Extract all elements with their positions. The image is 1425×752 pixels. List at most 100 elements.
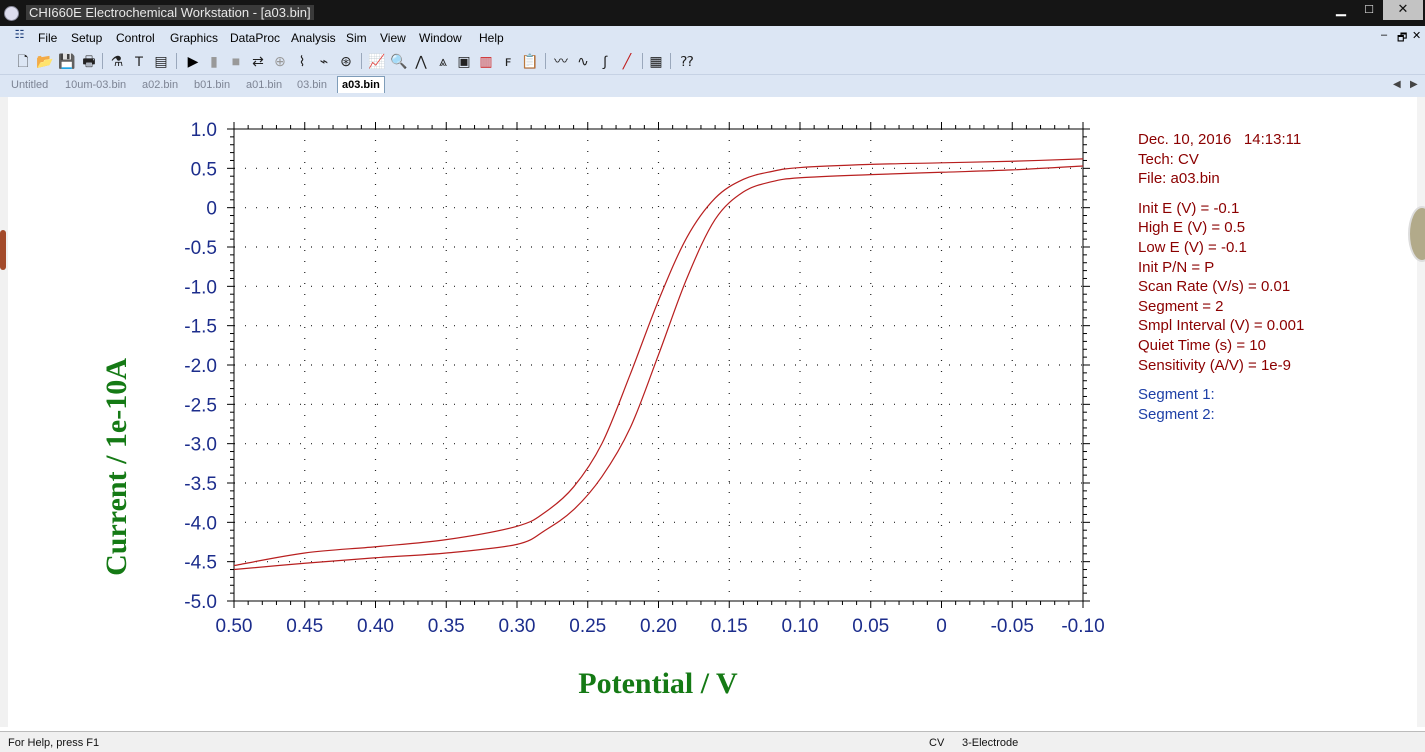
technique-icon[interactable]: ⚗ xyxy=(108,52,126,70)
pause-icon[interactable]: ▮ xyxy=(205,52,223,70)
manual-results-icon[interactable]: ╱ xyxy=(618,52,636,70)
info-low-e: Low E (V) = -0.1 xyxy=(1138,238,1247,256)
copy-icon[interactable]: 📋 xyxy=(521,52,539,70)
menu-window[interactable]: Window xyxy=(419,31,462,45)
info-quiet-time: Quiet Time (s) = 10 xyxy=(1138,336,1266,354)
menu-analysis[interactable]: Analysis xyxy=(291,31,336,45)
tab-10um-03-bin[interactable]: 10um-03.bin xyxy=(65,79,126,91)
x-tick-label: 0.25 xyxy=(569,616,606,637)
y-tick-label: 0 xyxy=(206,199,217,220)
y-axis-label: Current / 1e-10A xyxy=(100,358,133,576)
rotator-icon[interactable]: ⊛ xyxy=(337,52,355,70)
mdi-close-button[interactable]: ✕ xyxy=(1412,29,1421,42)
status-technique: CV xyxy=(929,737,945,749)
peak-icon[interactable]: ⋀ xyxy=(412,52,430,70)
menu-graphics[interactable]: Graphics xyxy=(170,31,218,45)
experiment-info-panel: Dec. 10, 2016 14:13:11 Tech: CV File: a0… xyxy=(1138,130,1304,424)
chart-grid xyxy=(234,129,1083,601)
reverse-scan-icon[interactable]: ⇄ xyxy=(249,52,267,70)
info-tech: Tech: CV xyxy=(1138,150,1199,168)
y-tick-label: -3.0 xyxy=(184,435,217,456)
save-icon[interactable]: 💾 xyxy=(58,52,76,70)
tab-a03-bin[interactable]: a03.bin xyxy=(337,76,385,93)
tab-a02-bin[interactable]: a02.bin xyxy=(142,79,178,91)
zoom-icon[interactable]: 🔍 xyxy=(390,52,408,70)
plot-frame xyxy=(233,128,1084,602)
maximize-button[interactable]: □ xyxy=(1355,0,1383,20)
mdi-minimize-button[interactable]: – xyxy=(1381,29,1387,41)
tab-a01-bin[interactable]: a01.bin xyxy=(246,79,282,91)
help-pointer-icon[interactable]: ⁇ xyxy=(678,52,696,70)
parameters-icon[interactable]: T xyxy=(130,52,148,70)
add-data-icon[interactable]: ▣ xyxy=(455,52,473,70)
y-tick-label: -4.0 xyxy=(184,513,217,534)
toolbar-separator xyxy=(102,53,103,69)
ir-comp-icon[interactable]: ⊕ xyxy=(271,52,289,70)
app-icon[interactable] xyxy=(4,6,19,21)
status-electrode: 3-Electrode xyxy=(962,737,1019,749)
stop-icon[interactable]: ■ xyxy=(227,52,245,70)
close-button[interactable]: ✕ xyxy=(1383,0,1423,20)
run-icon[interactable]: ▶ xyxy=(184,52,202,70)
print-icon[interactable]: 🖶 xyxy=(80,52,98,70)
menu-dataproc[interactable]: DataProc xyxy=(230,31,280,45)
minimize-button[interactable]: ▁ xyxy=(1327,0,1355,20)
x-tick-label: 0.10 xyxy=(782,616,819,637)
mdi-restore-button[interactable]: 🗗 xyxy=(1397,29,1407,48)
window-title: CHI660E Electrochemical Workstation - [a… xyxy=(26,5,314,20)
menu-control[interactable]: Control xyxy=(116,31,155,45)
x-axis-label: Potential / V xyxy=(578,667,738,700)
menu-setup[interactable]: Setup xyxy=(71,31,102,45)
toolbar-separator xyxy=(176,53,177,69)
smooth-icon[interactable]: 〰 xyxy=(552,52,570,70)
toolbar-separator xyxy=(670,53,671,69)
x-tick-label: 0.30 xyxy=(499,616,536,637)
open-folder-icon[interactable]: 📂 xyxy=(36,52,54,70)
y-tick-labels: 1.0 0.5 0 -0.5 -1.0 -1.5 -2.0 -2.5 -3.0 -3.5 -4.0 -… xyxy=(184,120,217,613)
info-segment: Segment = 2 xyxy=(1138,297,1224,315)
y-tick-label: -5.0 xyxy=(184,592,217,613)
overlay-icon[interactable]: ⩓ xyxy=(434,52,452,70)
cell-icon[interactable]: ⌁ xyxy=(315,52,333,70)
color-icon[interactable]: ▥ xyxy=(477,52,495,70)
y-tick-label: 1.0 xyxy=(191,120,217,141)
menu-sim[interactable]: Sim xyxy=(346,31,367,45)
x-tick-label: -0.05 xyxy=(991,616,1034,637)
y-tick-label: -0.5 xyxy=(184,238,217,259)
info-init-pn: Init P/N = P xyxy=(1138,258,1215,276)
font-icon[interactable]: ꜰ xyxy=(499,52,517,70)
document-icon[interactable]: ☷ xyxy=(12,28,27,44)
toolbar-separator xyxy=(545,53,546,69)
filter-icon[interactable]: ⌇ xyxy=(293,52,311,70)
text-file-icon[interactable]: ▦ xyxy=(647,52,665,70)
x-tick-label: 0.45 xyxy=(286,616,323,637)
tab-untitled[interactable]: Untitled xyxy=(11,79,48,91)
y-tick-label: -1.0 xyxy=(184,277,217,298)
menu-view[interactable]: View xyxy=(380,31,406,45)
tab-b01-bin[interactable]: b01.bin xyxy=(194,79,230,91)
menu-file[interactable]: File xyxy=(38,31,57,45)
title-bar: CHI660E Electrochemical Workstation - [a… xyxy=(0,0,1425,26)
x-tick-label: 0.05 xyxy=(852,616,889,637)
integrate-icon[interactable]: ∫ xyxy=(596,52,614,70)
y-tick-label: -2.0 xyxy=(184,356,217,377)
info-sample-interval: Smpl Interval (V) = 0.001 xyxy=(1138,317,1305,335)
derivative-icon[interactable]: ∿ xyxy=(574,52,592,70)
status-help-text: For Help, press F1 xyxy=(8,737,100,749)
panel-icon[interactable]: ▤ xyxy=(152,52,170,70)
tab-03-bin[interactable]: 03.bin xyxy=(297,79,327,91)
tab-bar: Untitled 10um-03.bin a02.bin b01.bin a01… xyxy=(0,75,1425,97)
y-tick-label: -4.5 xyxy=(184,553,217,574)
graph-icon[interactable]: 📈 xyxy=(368,52,386,70)
new-file-icon[interactable]: 🗋 xyxy=(14,52,32,70)
y-tick-label: -2.5 xyxy=(184,395,217,416)
y-tick-label: -3.5 xyxy=(184,474,217,495)
tab-scroll-left-icon[interactable]: ◀ xyxy=(1393,79,1401,90)
y-tick-label: 0.5 xyxy=(191,159,217,180)
info-sensitivity: Sensitivity (A/V) = 1e-9 xyxy=(1138,356,1291,374)
cv-chart: 0.50 0.45 0.40 0.35 0.30 0.25 0.20 0.15 0.10 0.05… xyxy=(100,120,1105,700)
menu-help[interactable]: Help xyxy=(479,31,504,45)
chart-series xyxy=(233,158,1084,571)
x-tick-label: 0.20 xyxy=(640,616,677,637)
tab-scroll-right-icon[interactable]: ▶ xyxy=(1410,79,1418,90)
